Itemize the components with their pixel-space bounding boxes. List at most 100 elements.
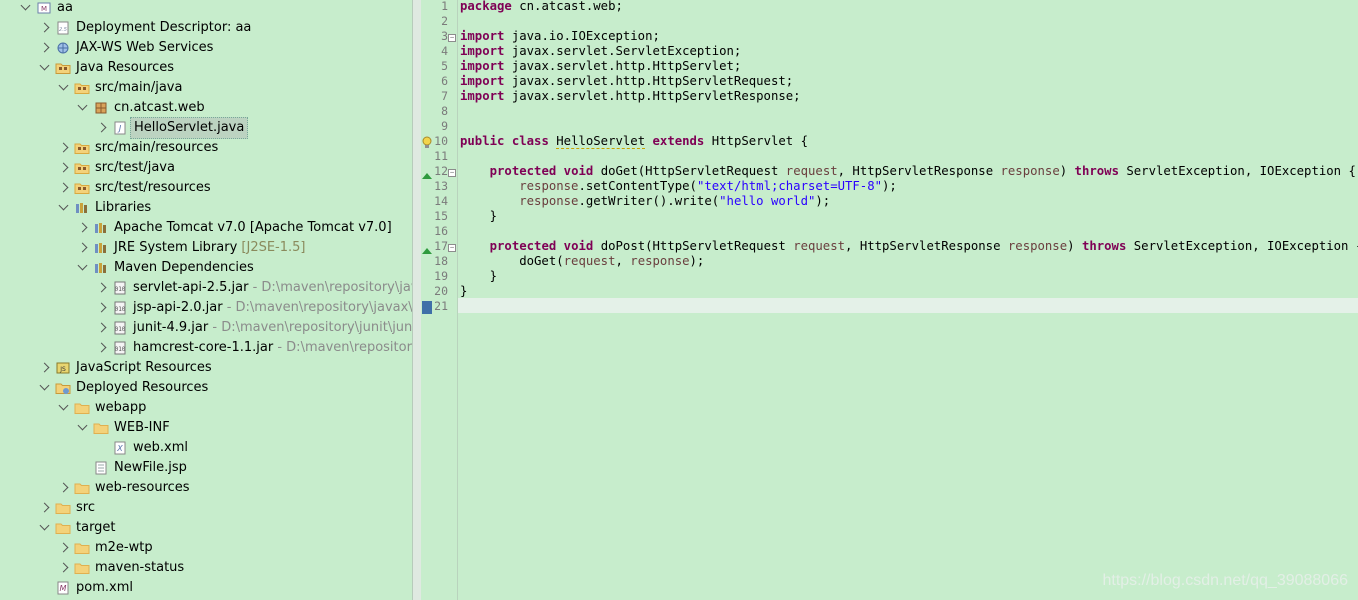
chevron-right-icon[interactable] [96,342,107,353]
code-token: javax.servlet.http.HttpServlet; [504,59,742,73]
chevron-right-icon[interactable] [39,42,50,53]
tree-item-text: src/main/resources [95,140,219,155]
code-line[interactable]: } [460,269,497,284]
tree-item-text: src/test/resources [95,180,211,195]
code-line[interactable]: import javax.servlet.http.HttpServletRes… [460,89,801,104]
library-icon [93,261,109,275]
chevron-right-icon[interactable] [58,482,69,493]
line-number: 13 [434,179,448,193]
code-line[interactable]: import java.io.IOException; [460,29,660,44]
tree-item-label: webapp [95,398,146,418]
tree-item-decoration: - D:\maven\repository\javax\serv [252,280,412,295]
code-token: ServletException, IOException { [1126,239,1358,253]
code-line[interactable]: public class HelloServlet extends HttpSe… [460,134,808,149]
chevron-right-icon[interactable] [58,162,69,173]
tree-item-label: web-resources [95,478,190,498]
chevron-right-icon[interactable] [96,302,107,313]
code-token-kw: extends [652,134,705,148]
chevron-down-icon[interactable] [77,100,88,111]
svg-text:2.5: 2.5 [59,27,67,33]
code-line[interactable]: } [460,284,467,299]
tree-item-label: src/test/java [95,158,175,178]
tree-item-text: cn.atcast.web [114,100,205,115]
code-token: , [615,254,631,268]
project-icon: M [36,1,52,15]
tree-item-label: m2e-wtp [95,538,153,558]
code-token: doPost(HttpServletRequest [593,239,794,253]
chevron-down-icon[interactable] [77,260,88,271]
chevron-right-icon[interactable] [58,562,69,573]
code-line[interactable]: doGet(request, response); [460,254,704,269]
line-number: 5 [441,59,448,73]
tree-item-text: Libraries [95,200,152,215]
source-folder-icon [74,141,90,155]
tree-item-text: Java Resources [76,60,174,75]
code-line[interactable]: import javax.servlet.http.HttpServlet; [460,59,741,74]
chevron-down-icon[interactable] [77,420,88,431]
code-line[interactable]: import javax.servlet.ServletException; [460,44,741,59]
tree-item-label: src [76,498,95,518]
chevron-down-icon[interactable] [58,80,69,91]
source-folder-icon [74,81,90,95]
chevron-down-icon[interactable] [39,520,50,531]
line-number: 8 [441,104,448,118]
override-indicator-icon[interactable] [421,166,433,185]
fold-collapse-icon[interactable]: − [448,169,456,177]
warning-bulb-icon[interactable] [421,135,433,154]
current-line-marker-icon[interactable] [421,299,433,318]
chevron-right-icon[interactable] [39,502,50,513]
folder-icon [74,401,90,415]
tree-item-text: m2e-wtp [95,540,153,555]
code-token-kw: throws [1074,164,1119,178]
chevron-right-icon[interactable] [39,22,50,33]
tree-item-text: WEB-INF [114,420,170,435]
chevron-down-icon[interactable] [39,380,50,391]
chevron-right-icon[interactable] [39,362,50,373]
code-token-par: request [563,254,616,268]
fold-collapse-icon[interactable]: − [448,34,456,42]
code-line[interactable]: response.setContentType("text/html;chars… [460,179,897,194]
code-line[interactable]: package cn.atcast.web; [460,0,623,14]
folder-icon [55,501,71,515]
line-number: 10 [434,134,448,148]
chevron-down-icon[interactable] [20,0,31,11]
tree-item-label: Maven Dependencies [114,258,254,278]
code-token: ) [1067,239,1082,253]
fold-collapse-icon[interactable]: − [448,244,456,252]
code-token: doGet(HttpServletRequest [593,164,786,178]
code-token-kw: import [460,89,505,103]
code-line[interactable]: protected void doGet(HttpServletRequest … [460,164,1356,179]
chevron-right-icon[interactable] [58,142,69,153]
tree-item-label: jsp-api-2.0.jar - D:\maven\repository\ja… [133,298,412,318]
chevron-down-icon[interactable] [58,400,69,411]
chevron-right-icon[interactable] [77,222,88,233]
svg-text:M: M [41,5,47,13]
code-line[interactable]: protected void doPost(HttpServletRequest… [460,239,1358,254]
code-token-kw: class [511,134,549,148]
chevron-down-icon[interactable] [58,200,69,211]
chevron-right-icon[interactable] [96,122,107,133]
code-token-kw: protected [489,239,557,253]
tree-item-decoration: - D:\maven\repository\junit\junit\4.9 [212,320,412,335]
chevron-right-icon[interactable] [96,282,107,293]
line-number: 17 [434,239,448,253]
code-line[interactable]: } [460,209,497,224]
code-line[interactable]: response.getWriter().write("hello world"… [460,194,830,209]
jar-icon: 010 [112,281,128,295]
chevron-right-icon[interactable] [58,182,69,193]
chevron-right-icon[interactable] [77,242,88,253]
override-indicator-icon[interactable] [421,241,433,260]
chevron-down-icon[interactable] [39,60,50,71]
code-token-par: request [793,239,846,253]
code-editor[interactable]: package cn.atcast.web; import java.io.IOE… [458,0,1358,600]
svg-text:010: 010 [115,326,126,333]
tree-item-text: target [76,520,116,535]
pom-file-icon: M [55,581,71,595]
chevron-right-icon[interactable] [58,542,69,553]
code-line[interactable]: import javax.servlet.http.HttpServletReq… [460,74,793,89]
jar-icon: 010 [112,321,128,335]
code-token: } [460,269,498,283]
chevron-right-icon[interactable] [96,322,107,333]
tree-item-text: src/test/java [95,160,175,175]
